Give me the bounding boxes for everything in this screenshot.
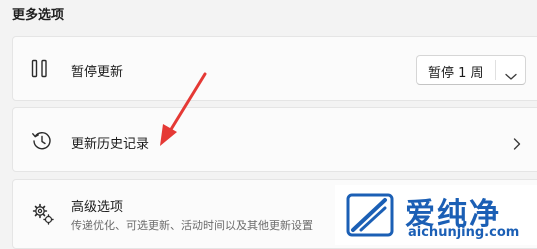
dropdown-divider [495,60,496,80]
watermark: 爱纯净 aichunjing.com [335,185,537,245]
pause-updates-label: 暂停更新 [71,65,124,80]
gears-icon [31,202,55,230]
watermark-url: aichunjing.com [408,225,520,240]
chevron-down-icon[interactable] [505,66,517,85]
update-history-label: 更新历史记录 [71,137,150,152]
advanced-options-label: 高级选项 [71,200,124,215]
pause-duration-dropdown[interactable]: 暂停 1 周 [416,55,526,85]
pause-updates-card: 暂停更新 暂停 1 周 [12,36,537,101]
watermark-logo-icon [345,191,395,243]
advanced-options-description: 传递优化、可选更新、活动时间以及其他更新设置 [71,219,313,232]
pause-duration-value: 暂停 1 周 [428,66,484,81]
section-title: 更多选项 [12,8,65,23]
history-icon [31,130,53,156]
pause-icon [31,59,49,83]
chevron-right-icon [513,135,521,154]
update-history-card[interactable]: 更新历史记录 [12,107,537,172]
